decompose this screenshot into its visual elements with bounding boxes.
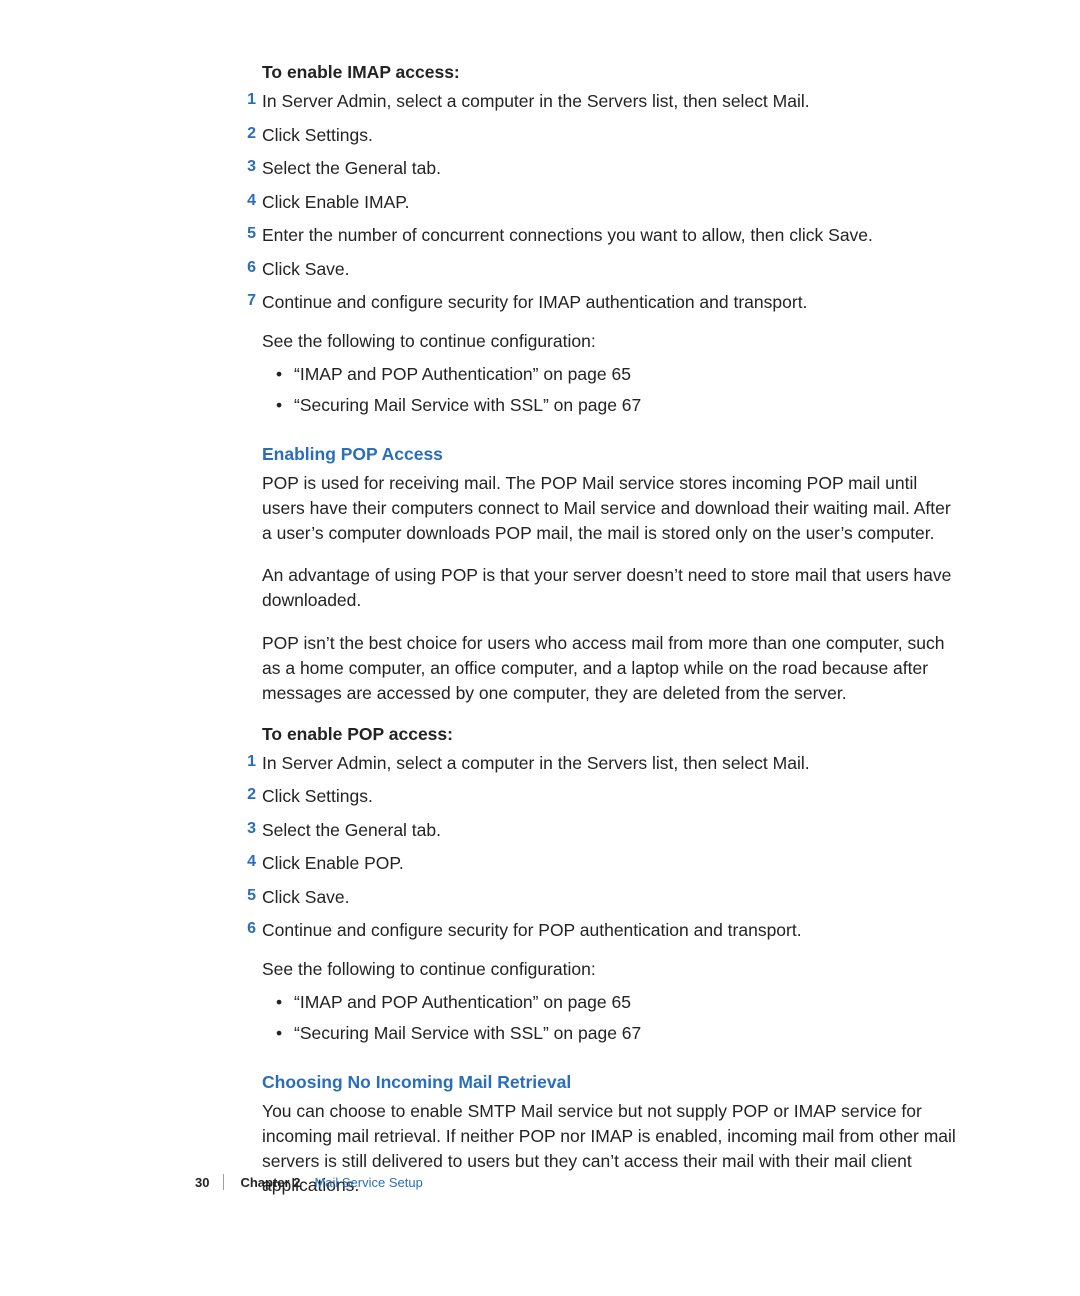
bullet-item: “IMAP and POP Authentication” on page 65 — [276, 361, 960, 387]
step-item: Click Save. — [238, 885, 960, 910]
page-content: To enable IMAP access: In Server Admin, … — [0, 0, 1080, 1198]
step-item: Continue and configure security for POP … — [238, 918, 960, 943]
imap-bullets: “IMAP and POP Authentication” on page 65… — [276, 361, 960, 418]
step-item: Click Enable POP. — [238, 851, 960, 876]
page-footer: 30 Chapter 2 Mail Service Setup — [195, 1174, 423, 1190]
step-item: In Server Admin, select a computer in th… — [238, 89, 960, 114]
step-item: Click Settings. — [238, 123, 960, 148]
imap-heading: To enable IMAP access: — [262, 62, 960, 83]
step-item: Click Settings. — [238, 784, 960, 809]
pop-section-heading: Enabling POP Access — [262, 444, 960, 465]
pop-steps: In Server Admin, select a computer in th… — [238, 751, 960, 943]
pop-paragraph-3: POP isn’t the best choice for users who … — [262, 631, 960, 706]
footer-divider — [223, 1174, 224, 1190]
chapter-label: Chapter 2 — [240, 1175, 300, 1190]
step-item: Click Enable IMAP. — [238, 190, 960, 215]
pop-heading: To enable POP access: — [262, 724, 960, 745]
imap-steps: In Server Admin, select a computer in th… — [238, 89, 960, 315]
pop-paragraph-2: An advantage of using POP is that your s… — [262, 563, 960, 613]
no-incoming-heading: Choosing No Incoming Mail Retrieval — [262, 1072, 960, 1093]
pop-paragraph-1: POP is used for receiving mail. The POP … — [262, 471, 960, 546]
step-item: In Server Admin, select a computer in th… — [238, 751, 960, 776]
step-item: Continue and configure security for IMAP… — [238, 290, 960, 315]
step-item: Click Save. — [238, 257, 960, 282]
step-item: Select the General tab. — [238, 156, 960, 181]
bullet-item: “IMAP and POP Authentication” on page 65 — [276, 989, 960, 1015]
bullet-item: “Securing Mail Service with SSL” on page… — [276, 1020, 960, 1046]
bullet-item: “Securing Mail Service with SSL” on page… — [276, 392, 960, 418]
pop-continue-text: See the following to continue configurat… — [262, 957, 960, 982]
chapter-title: Mail Service Setup — [314, 1175, 422, 1190]
pop-bullets: “IMAP and POP Authentication” on page 65… — [276, 989, 960, 1046]
page-number: 30 — [195, 1175, 209, 1190]
step-item: Select the General tab. — [238, 818, 960, 843]
step-item: Enter the number of concurrent connectio… — [238, 223, 960, 248]
imap-continue-text: See the following to continue configurat… — [262, 329, 960, 354]
